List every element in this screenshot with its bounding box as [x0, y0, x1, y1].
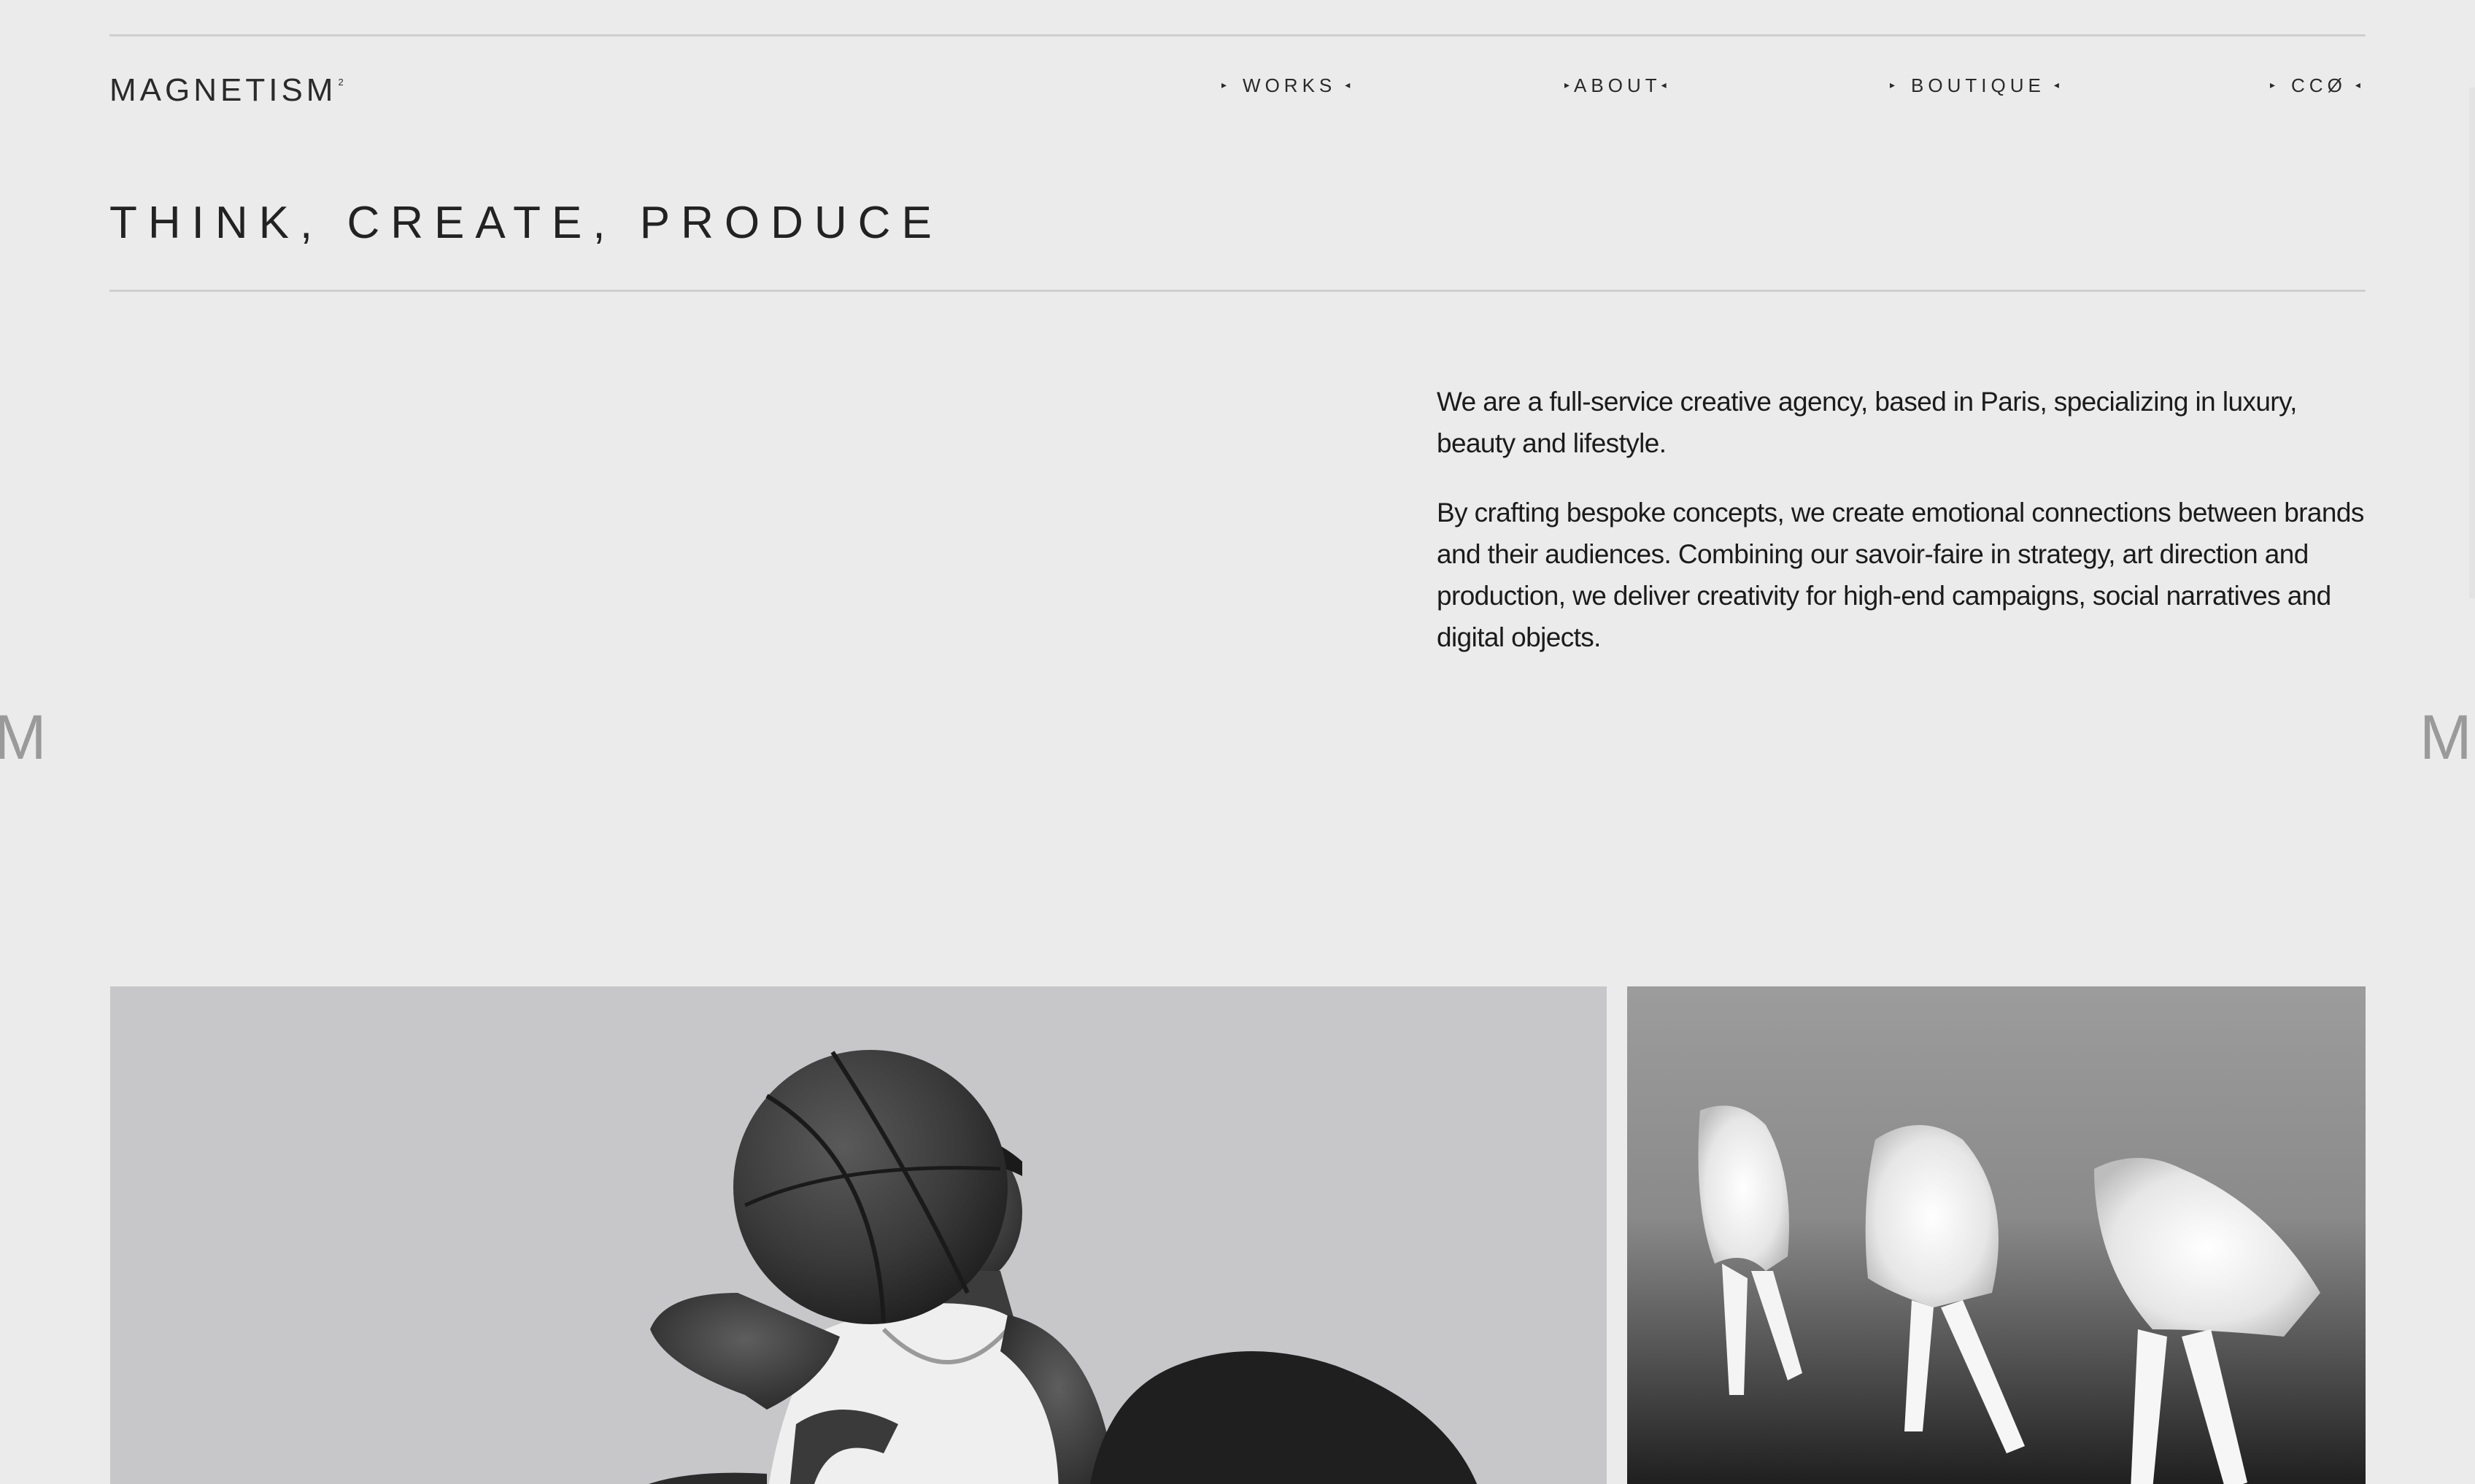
scrollbar-thumb[interactable] — [2469, 88, 2475, 598]
basketball-photo[interactable] — [110, 986, 1607, 1484]
nav-arrow-left-icon: ▸ — [1564, 79, 1570, 91]
brand-logo[interactable]: MAGNETISM 2 — [109, 74, 344, 107]
left-edge-m-mark[interactable]: M — [0, 706, 47, 769]
intro-paragraph-1: We are a full-service creative agency, b… — [1437, 387, 2297, 458]
brand-logo-text: MAGNETISM — [109, 72, 337, 108]
nav-about-label: ABOUT — [1574, 74, 1661, 96]
nav-arrow-left-icon: ▸ — [2270, 79, 2276, 91]
nav-arrow-left-icon: ▸ — [1221, 79, 1227, 91]
nav-works-label: WORKS — [1243, 74, 1337, 96]
intro-paragraph-2: By crafting bespoke concepts, we create … — [1437, 498, 2364, 652]
basketball-photo-art — [110, 986, 1607, 1484]
nav-arrow-right-icon: ◂ — [2053, 79, 2059, 91]
nav-arrow-right-icon: ◂ — [2355, 79, 2360, 91]
nav-boutique-label: BOUTIQUE — [1911, 74, 2045, 96]
puffer-jackets-photo-art — [1627, 986, 2366, 1484]
nav-arrow-right-icon: ◂ — [1345, 79, 1351, 91]
brand-logo-sup: 2 — [338, 77, 344, 88]
page: MAGNETISM 2 ▸ WORKS ◂ ▸ ABOUT◂ ▸ BOUTIQUE ◂ ▸ C… — [0, 0, 2475, 1484]
hero-tagline: THINK, CREATE, PRODUCE — [109, 198, 943, 248]
nav-about[interactable]: ▸ ABOUT◂ — [1564, 74, 1667, 98]
nav-arrow-left-icon: ▸ — [1890, 79, 1896, 91]
intro-text: We are a full-service creative agency, b… — [1437, 381, 2371, 658]
top-divider — [109, 34, 2366, 36]
nav-boutique[interactable]: ▸ BOUTIQUE ◂ — [1890, 74, 2059, 98]
nav-cc[interactable]: ▸ CCØ ◂ — [2270, 74, 2360, 98]
nav-arrow-right-icon: ◂ — [1661, 79, 1667, 91]
puffer-jackets-photo[interactable] — [1627, 986, 2366, 1484]
nav-cc-label: CCØ — [2291, 74, 2347, 96]
hero-divider — [109, 290, 2366, 292]
right-edge-m-mark[interactable]: M — [2420, 706, 2472, 769]
nav-works[interactable]: ▸ WORKS ◂ — [1221, 74, 1350, 98]
